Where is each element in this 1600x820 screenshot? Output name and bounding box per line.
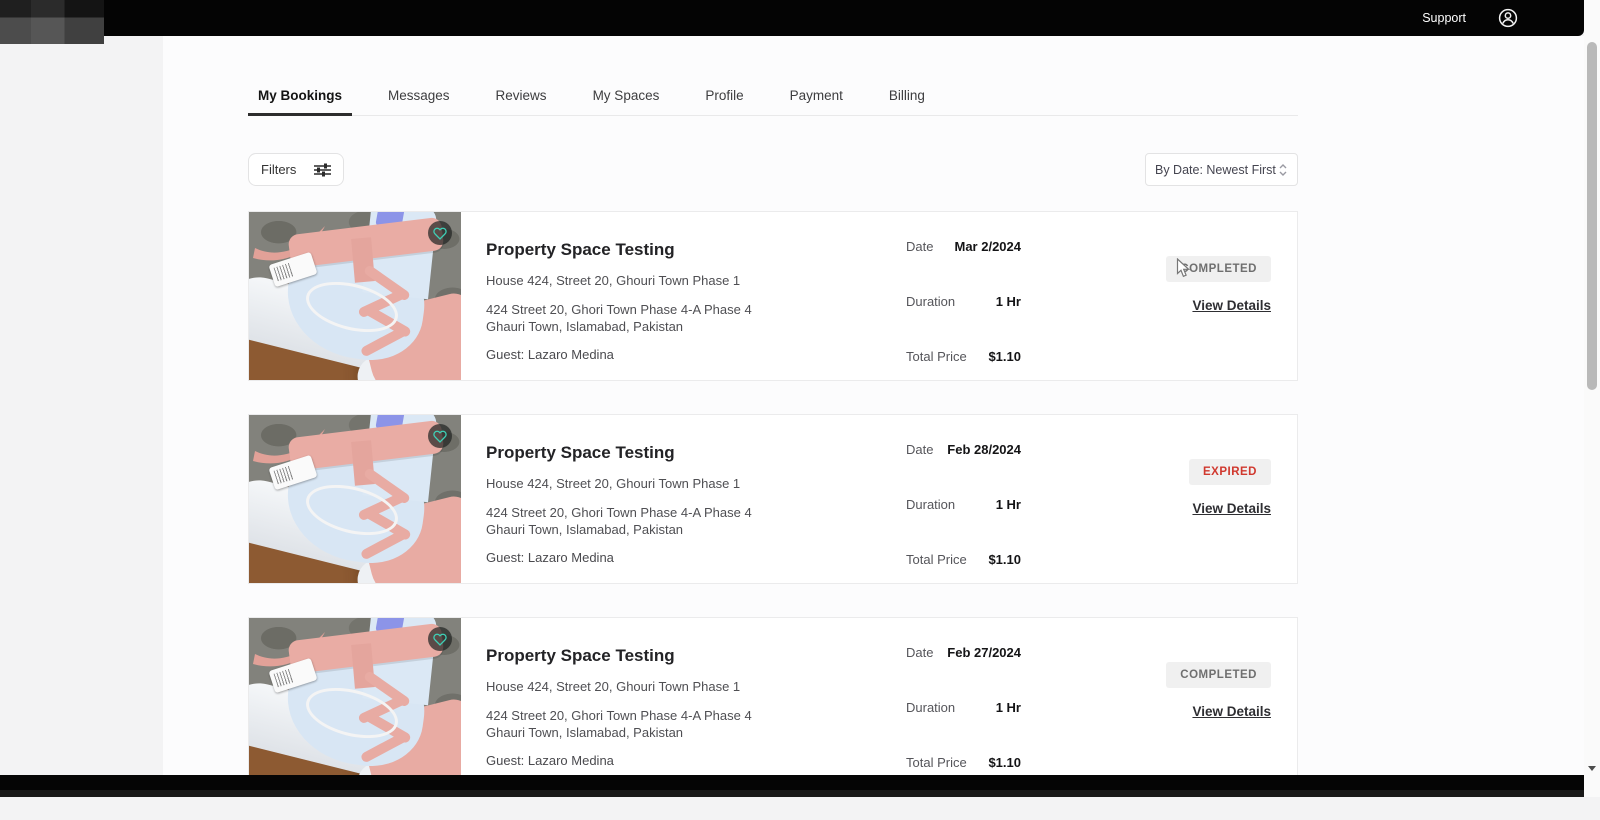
duration-value: 1 Hr (996, 294, 1021, 309)
profile-tabs: My Bookings Messages Reviews My Spaces Profi… (248, 80, 1298, 116)
page-background: My Bookings Messages Reviews My Spaces Profi… (0, 36, 1600, 797)
top-navigation-bar: Support (0, 0, 1584, 36)
total-price-value: $1.10 (988, 349, 1021, 364)
date-label: Date (906, 442, 933, 457)
filter-sliders-icon (314, 163, 331, 177)
scroll-down-arrow[interactable] (1588, 766, 1596, 771)
total-price-label: Total Price (906, 349, 967, 364)
booking-meta: Date Feb 28/2024 Duration 1 Hr Total Pri… (906, 415, 1021, 583)
support-link[interactable]: Support (1422, 11, 1466, 25)
account-icon[interactable] (1498, 8, 1518, 28)
guest-name: Guest: Lazaro Medina (486, 753, 896, 768)
address-line-1: House 424, Street 20, Ghouri Town Phase … (486, 678, 794, 695)
tab-messages[interactable]: Messages (378, 80, 460, 116)
view-details-link[interactable]: View Details (1192, 704, 1271, 719)
total-price-value: $1.10 (988, 755, 1021, 770)
sort-selected-value: By Date: Newest First (1155, 163, 1276, 177)
favorite-heart-icon[interactable] (428, 221, 452, 245)
date-value: Feb 27/2024 (947, 645, 1021, 660)
sort-dropdown[interactable]: By Date: Newest First (1145, 153, 1298, 186)
address-line-2: 424 Street 20, Ghori Town Phase 4-A Phas… (486, 504, 794, 538)
duration-value: 1 Hr (996, 700, 1021, 715)
tab-my-spaces[interactable]: My Spaces (583, 80, 670, 116)
scrollbar-thumb[interactable] (1587, 42, 1597, 390)
view-details-link[interactable]: View Details (1192, 501, 1271, 516)
duration-label: Duration (906, 497, 955, 512)
listing-photo[interactable] (249, 415, 461, 583)
listing-photo[interactable] (249, 618, 461, 786)
total-price-label: Total Price (906, 552, 967, 567)
status-badge: EXPIRED (1189, 459, 1271, 485)
view-details-link[interactable]: View Details (1192, 298, 1271, 313)
vertical-scrollbar[interactable] (1584, 0, 1600, 797)
tab-payment[interactable]: Payment (780, 80, 853, 116)
date-label: Date (906, 645, 933, 660)
date-value: Mar 2/2024 (955, 239, 1022, 254)
total-price-label: Total Price (906, 755, 967, 770)
total-price-value: $1.10 (988, 552, 1021, 567)
tab-reviews[interactable]: Reviews (486, 80, 557, 116)
address-line-1: House 424, Street 20, Ghouri Town Phase … (486, 272, 794, 289)
sort-chevron-icon (1278, 163, 1288, 177)
tab-profile[interactable]: Profile (695, 80, 753, 116)
bookings-list: Property Space Testing House 424, Street… (248, 211, 1298, 787)
guest-name: Guest: Lazaro Medina (486, 347, 896, 362)
duration-label: Duration (906, 294, 955, 309)
booking-card: Property Space Testing House 424, Street… (248, 414, 1298, 584)
favorite-heart-icon[interactable] (428, 627, 452, 651)
booking-card: Property Space Testing House 424, Street… (248, 617, 1298, 787)
date-value: Feb 28/2024 (947, 442, 1021, 457)
booking-title: Property Space Testing (486, 240, 896, 260)
booking-meta: Date Feb 27/2024 Duration 1 Hr Total Pri… (906, 618, 1021, 786)
tab-my-bookings[interactable]: My Bookings (248, 80, 352, 116)
listing-photo[interactable] (249, 212, 461, 380)
booking-title: Property Space Testing (486, 646, 896, 666)
main-panel: My Bookings Messages Reviews My Spaces Profi… (163, 36, 1584, 797)
blurred-logo (0, 0, 104, 44)
booking-meta: Date Mar 2/2024 Duration 1 Hr Total Pric… (906, 212, 1021, 380)
favorite-heart-icon[interactable] (428, 424, 452, 448)
duration-label: Duration (906, 700, 955, 715)
address-line-2: 424 Street 20, Ghori Town Phase 4-A Phas… (486, 707, 794, 741)
bottom-bar (0, 775, 1584, 797)
duration-value: 1 Hr (996, 497, 1021, 512)
status-badge: COMPLETED (1166, 662, 1271, 688)
date-label: Date (906, 239, 933, 254)
guest-name: Guest: Lazaro Medina (486, 550, 896, 565)
filters-button[interactable]: Filters (248, 153, 344, 186)
booking-title: Property Space Testing (486, 443, 896, 463)
list-toolbar: Filters By Date: Newest First (248, 153, 1298, 186)
address-line-2: 424 Street 20, Ghori Town Phase 4-A Phas… (486, 301, 794, 335)
address-line-1: House 424, Street 20, Ghouri Town Phase … (486, 475, 794, 492)
filters-label: Filters (261, 162, 296, 177)
status-badge: COMPLETED (1166, 256, 1271, 282)
booking-card: Property Space Testing House 424, Street… (248, 211, 1298, 381)
tab-billing[interactable]: Billing (879, 80, 935, 116)
